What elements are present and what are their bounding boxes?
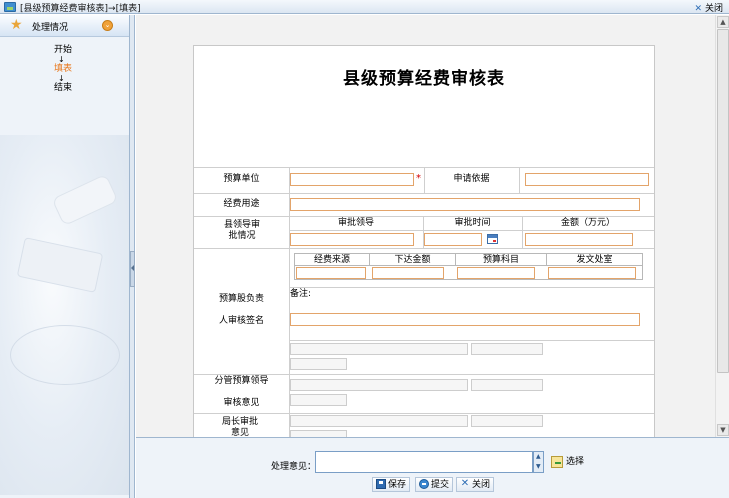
scroll-up-icon[interactable]: ▲ (717, 16, 729, 28)
funding-source-input[interactable] (296, 267, 366, 279)
spin-down-icon[interactable]: ▼ (536, 463, 541, 470)
sidebar-header: ★ 处理情况 ⌄ (0, 15, 129, 37)
submit-icon (419, 478, 429, 489)
issuing-office-input[interactable] (548, 267, 636, 279)
funding-subtable: 经费来源 下达金额 预算科目 发文处室 (294, 253, 643, 280)
issuing-office-header: 发文处室 (547, 254, 642, 266)
amount-header: 金额（万元） (560, 218, 615, 228)
deputy-opinion-field (290, 379, 468, 391)
close-icon: ✕ (460, 477, 470, 489)
select-list-icon (551, 455, 563, 468)
issued-amount-header: 下达金额 (370, 254, 456, 266)
process-sidebar: ★ 处理情况 ⌄ 开始 ↓ 填表 ↓ 结束 (0, 15, 130, 498)
budget-head-label-2: 人审核签名 (218, 316, 264, 326)
select-label: 选择 (566, 457, 585, 467)
purpose-label: 经费用途 (223, 199, 260, 209)
director-opinion-extra (290, 430, 347, 437)
panel-splitter[interactable] (130, 15, 135, 498)
close-label: 关闭 (472, 480, 491, 490)
county-leader-label: 县领导审批情况 (223, 220, 260, 241)
close-button[interactable]: ✕ 关闭 (456, 477, 495, 492)
home-star-icon: ★ (10, 17, 23, 33)
collapse-button[interactable]: ⌄ (102, 20, 113, 31)
step-end: 结束 (54, 83, 73, 93)
deputy-opinion-date (471, 379, 543, 391)
deputy-opinion-extra (290, 394, 347, 406)
spin-up-icon[interactable]: ▲ (536, 453, 541, 460)
select-opinion-button[interactable]: 选择 (551, 454, 584, 468)
budget-signature-extra (290, 358, 347, 370)
amount-input[interactable] (525, 233, 633, 246)
scroll-thumb[interactable] (717, 29, 729, 373)
form-title: 县级预算经费审核表 (343, 69, 505, 89)
calendar-icon[interactable] (487, 234, 498, 244)
app-icon (4, 2, 16, 12)
approval-leader-header: 审批领导 (337, 218, 374, 228)
deputy-leader-label-1: 分管预算领导 (214, 376, 269, 386)
director-opinion-field (290, 415, 468, 427)
sidebar-background-decoration (0, 135, 129, 495)
budget-subject-input[interactable] (457, 267, 535, 279)
purpose-input[interactable] (290, 198, 640, 211)
submit-button[interactable]: 提交 (415, 477, 454, 492)
remark-input[interactable] (290, 313, 640, 326)
save-label: 保存 (388, 480, 407, 490)
approval-leader-input[interactable] (290, 233, 414, 246)
opinion-label: 处理意见： (271, 462, 317, 472)
application-basis-input[interactable] (525, 173, 649, 186)
opinion-input[interactable] (315, 451, 533, 473)
form-document: 县级预算经费审核表 预算单位 * 申请依据 经费用途 县领导审批情况 审批领导 … (193, 45, 655, 438)
arrow-down-icon: ↓ (58, 74, 65, 83)
budget-unit-input[interactable] (290, 173, 414, 186)
funding-source-header: 经费来源 (295, 254, 370, 266)
arrow-down-icon: ↓ (58, 55, 65, 64)
vertical-scrollbar[interactable]: ▲ ▼ (715, 15, 729, 437)
budget-subject-header: 预算科目 (456, 254, 547, 266)
approval-time-input[interactable] (424, 233, 482, 246)
window-close-label: 关闭 (704, 4, 723, 14)
window-title-bar: [县级预算经费审核表]→[填表] ✕ 关闭 (0, 0, 729, 14)
splitter-collapse-handle[interactable] (130, 251, 135, 287)
director-opinion-date (471, 415, 543, 427)
window-title: [县级预算经费审核表]→[填表] (20, 4, 141, 14)
approval-time-header: 审批时间 (454, 218, 491, 228)
scroll-down-icon[interactable]: ▼ (717, 424, 729, 436)
budget-signature-date (471, 343, 543, 355)
save-icon (376, 478, 386, 489)
process-steps: 开始 ↓ 填表 ↓ 结束 (54, 45, 94, 94)
application-basis-label: 申请依据 (453, 174, 490, 184)
submit-label: 提交 (431, 480, 450, 490)
window-close-button[interactable]: ✕ 关闭 (694, 1, 723, 14)
action-bar: 处理意见： ▲ ▼ 选择 保存 提交 ✕ 关闭 (136, 438, 729, 498)
form-scroll-area: 县级预算经费审核表 预算单位 * 申请依据 经费用途 县领导审批情况 审批领导 … (136, 15, 729, 438)
deputy-leader-label-2: 审核意见 (223, 398, 260, 408)
required-mark: * (416, 173, 421, 184)
save-button[interactable]: 保存 (372, 477, 411, 492)
director-label: 局长审批意见 (221, 417, 258, 438)
sidebar-header-label: 处理情况 (32, 23, 69, 33)
budget-unit-label: 预算单位 (223, 174, 260, 184)
budget-head-label-1: 预算股负责 (218, 294, 264, 304)
close-icon: ✕ (694, 4, 702, 14)
opinion-spinner[interactable]: ▲ ▼ (533, 451, 544, 473)
issued-amount-input[interactable] (372, 267, 444, 279)
budget-signature-field (290, 343, 468, 355)
remark-label: 备注: (290, 289, 312, 299)
